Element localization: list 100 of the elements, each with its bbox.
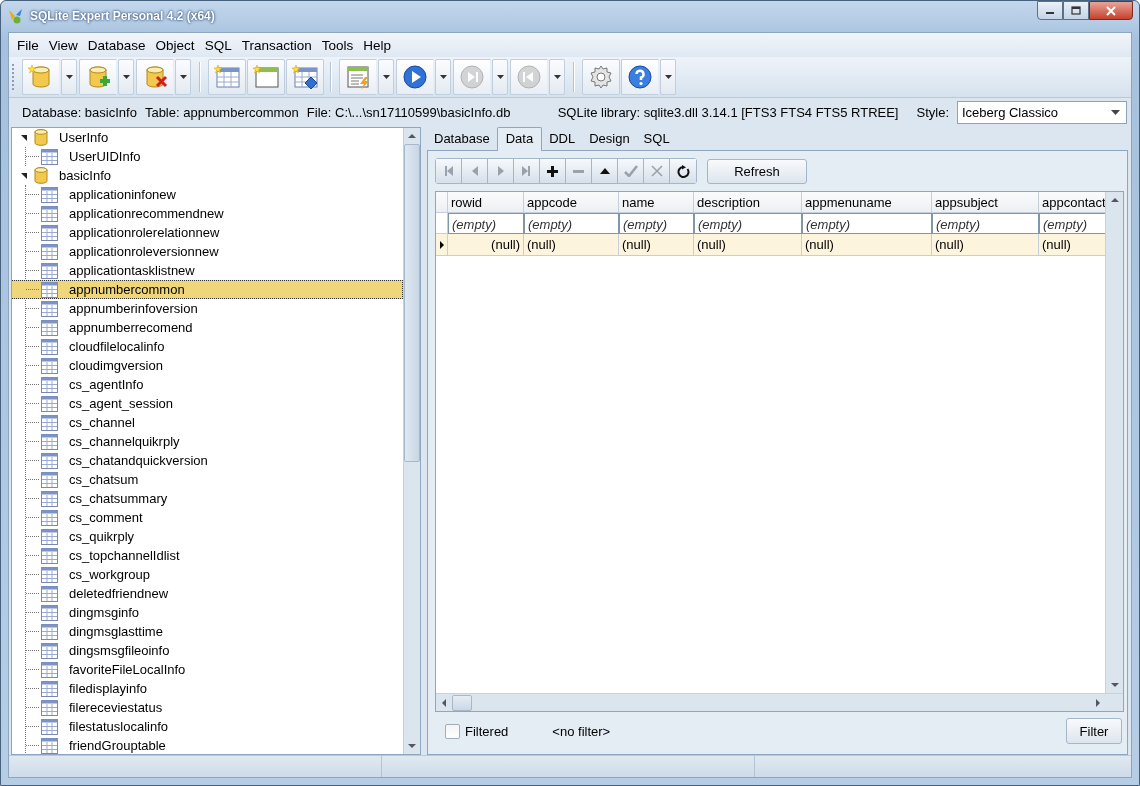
menu-item[interactable]: Database <box>82 35 151 55</box>
tree-item[interactable]: cs_comment <box>66 510 146 525</box>
tree-item[interactable]: favoriteFileLocalInfo <box>66 662 189 677</box>
vertical-scrollbar[interactable] <box>403 128 420 754</box>
tree-item[interactable]: cs_workgroup <box>66 567 153 582</box>
navigator-button[interactable] <box>670 159 696 183</box>
tree-item[interactable]: filestatuslocalinfo <box>66 719 171 734</box>
table-icon <box>41 243 58 260</box>
column-header[interactable]: appmenuname <box>802 192 932 213</box>
check-icon <box>623 165 638 177</box>
tree-item[interactable]: UserUIDInfo <box>66 149 144 164</box>
tree-item[interactable]: dingsmsgfileoinfo <box>66 643 173 658</box>
caret-icon <box>179 75 187 79</box>
column-header[interactable]: description <box>694 192 802 213</box>
tree-item[interactable]: applicationrecommendnew <box>66 206 227 221</box>
checkbox-label[interactable]: Filtered <box>465 723 509 739</box>
menu-item[interactable]: Object <box>150 35 200 55</box>
filter-cell[interactable]: (empty) <box>448 213 524 234</box>
tree-item[interactable]: dingmsginfo <box>66 605 143 620</box>
table-icon <box>41 300 58 317</box>
scrollbar-thumb[interactable] <box>452 694 472 711</box>
tab[interactable]: SQL <box>636 128 677 150</box>
filter-cell[interactable]: (empty) <box>802 213 932 234</box>
dropdown-button[interactable] <box>492 59 508 95</box>
toolbar-button[interactable] <box>396 59 434 95</box>
column-header[interactable]: name <box>619 192 694 213</box>
tree-item[interactable]: cs_channelquikrply <box>66 434 183 449</box>
filter-cell[interactable]: (empty) <box>524 213 619 234</box>
minimize-button[interactable] <box>1037 1 1063 20</box>
dropdown-button[interactable] <box>549 59 565 95</box>
tree-item[interactable]: deletedfriendnew <box>66 586 172 601</box>
vertical-scrollbar[interactable] <box>1105 192 1123 693</box>
column-header[interactable]: appsubject <box>932 192 1039 213</box>
tree-item[interactable]: applicationrolerelationnew <box>66 225 223 240</box>
tree-item[interactable]: cloudfilelocalinfo <box>66 339 168 354</box>
tree-item[interactable]: cs_topchannelIdlist <box>66 548 183 563</box>
column-header[interactable]: rowid <box>448 192 524 213</box>
dropdown-button[interactable] <box>118 59 134 95</box>
tree-item[interactable]: friendGrouptable <box>66 738 169 753</box>
tree-item[interactable]: UserInfo <box>56 130 112 145</box>
tree-item[interactable]: filedisplayinfo <box>66 681 151 696</box>
expander-icon[interactable] <box>20 170 28 181</box>
tree-item[interactable]: basicInfo <box>56 168 115 183</box>
tree-item[interactable]: cs_quikrply <box>66 529 138 544</box>
menu-item[interactable]: Help <box>358 35 396 55</box>
scrollbar-thumb[interactable] <box>404 144 420 462</box>
toolbar-button[interactable] <box>136 59 174 95</box>
navigator-button[interactable] <box>592 159 618 183</box>
database-icon <box>34 129 48 146</box>
navigator-button[interactable] <box>540 159 566 183</box>
tree-item[interactable]: cloudimgversion <box>66 358 166 373</box>
menu-item[interactable]: File <box>12 35 44 55</box>
table-icon <box>41 509 58 526</box>
dropdown-button[interactable] <box>61 59 77 95</box>
toolbar-grip[interactable] <box>12 64 17 90</box>
dropdown-button[interactable] <box>378 59 394 95</box>
dropdown-button[interactable] <box>435 59 451 95</box>
tree-item[interactable]: applicationtasklistnew <box>66 263 198 278</box>
menu-item[interactable]: Tools <box>316 35 359 55</box>
checkbox[interactable] <box>445 723 460 739</box>
close-button[interactable] <box>1089 1 1133 20</box>
menu-item[interactable]: Transaction <box>236 35 317 55</box>
tab[interactable]: Database <box>427 128 497 150</box>
tree-item[interactable]: applicationroleversionnew <box>66 244 222 259</box>
toolbar-button[interactable] <box>621 59 659 95</box>
tree-item[interactable]: appnumberrecomend <box>66 320 196 335</box>
column-header[interactable]: appcode <box>524 192 619 213</box>
refresh-button[interactable]: Refresh <box>707 158 807 184</box>
tree-item[interactable]: dingmsglasttime <box>66 624 166 639</box>
tree-item[interactable]: cs_agent_session <box>66 396 177 411</box>
menu-item[interactable]: View <box>43 35 83 55</box>
tree-item[interactable]: cs_chatsummary <box>66 491 171 506</box>
tree-item[interactable]: appnumberinfoversion <box>66 301 201 316</box>
dropdown-button[interactable] <box>175 59 191 95</box>
tab[interactable]: Data <box>496 127 543 151</box>
dropdown-button[interactable] <box>660 59 676 95</box>
maximize-button[interactable] <box>1063 1 1089 20</box>
tree-item[interactable]: cs_chatandquickversion <box>66 453 211 468</box>
toolbar-button[interactable] <box>582 59 620 95</box>
menu-item[interactable]: SQL <box>199 35 237 55</box>
filter-cell[interactable]: (empty) <box>694 213 802 234</box>
tree-item[interactable]: cs_chatsum <box>66 472 142 487</box>
tab[interactable]: Design <box>582 128 637 150</box>
tree-item[interactable]: cs_agentInfo <box>66 377 147 392</box>
toolbar-button[interactable] <box>79 59 117 95</box>
gear-icon <box>588 64 614 90</box>
horizontal-scrollbar[interactable] <box>436 693 1123 711</box>
tab[interactable]: DDL <box>542 128 583 150</box>
tree-item[interactable]: applicationinfonew <box>66 187 179 202</box>
style-dropdown[interactable]: Iceberg Classico <box>957 100 1127 124</box>
tree-item[interactable]: cs_channel <box>66 415 138 430</box>
table-icon <box>41 433 58 450</box>
filter-button[interactable]: Filter <box>1066 718 1122 744</box>
toolbar-button[interactable] <box>208 59 246 95</box>
tree-item[interactable]: filereceviestatus <box>66 700 166 715</box>
toolbar-button[interactable] <box>286 59 324 95</box>
expander-icon[interactable] <box>20 132 28 143</box>
skip-back-icon <box>516 64 542 90</box>
filter-cell[interactable]: (empty) <box>619 213 694 234</box>
filter-cell[interactable]: (empty) <box>932 213 1039 234</box>
